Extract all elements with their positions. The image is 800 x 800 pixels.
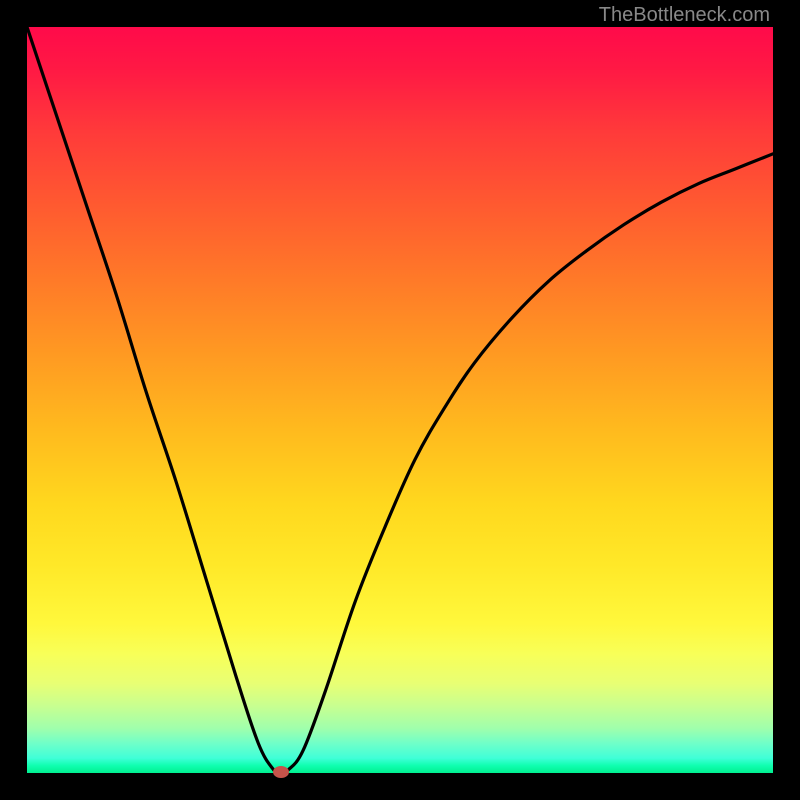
bottleneck-curve [27,27,773,773]
chart-frame: TheBottleneck.com [0,0,800,800]
curve-svg [27,27,773,773]
watermark-text: TheBottleneck.com [599,4,770,27]
optimal-point-marker [273,766,289,778]
